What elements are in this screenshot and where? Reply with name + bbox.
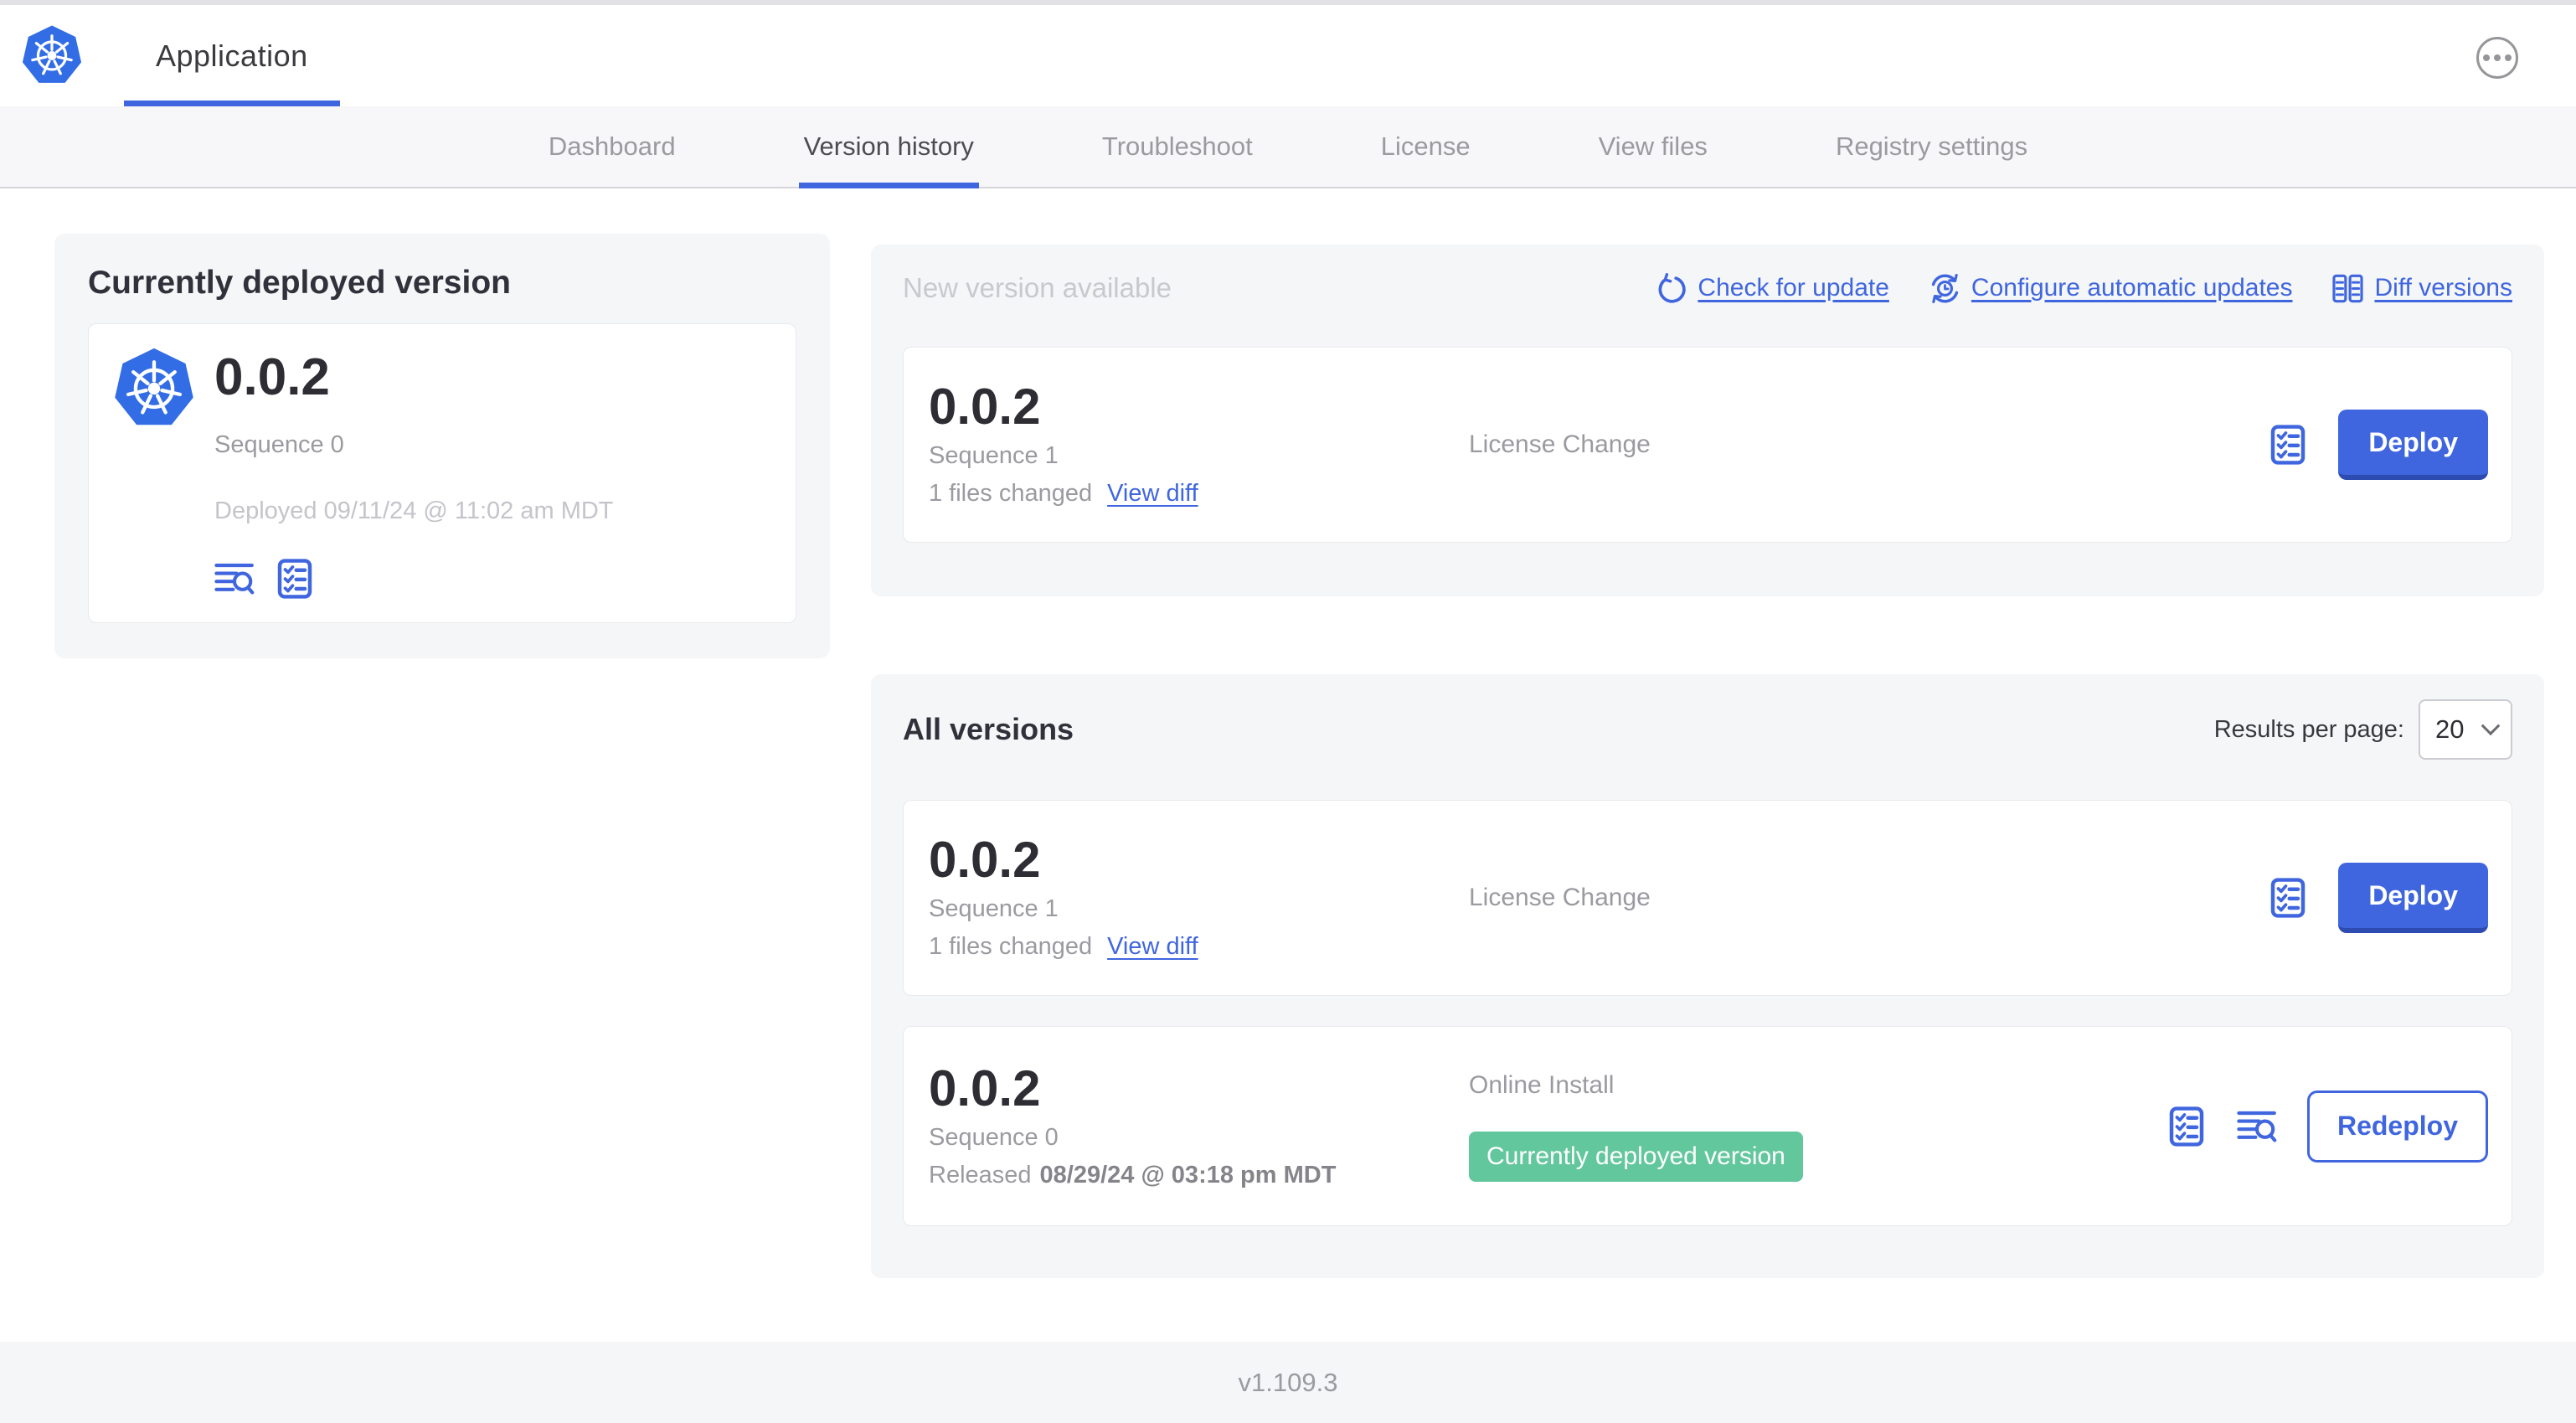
deployed-sequence: Sequence 0 — [214, 431, 344, 459]
version-info: 0.0.2 Sequence 1 1 files changed View di… — [929, 835, 1469, 961]
logs-icon[interactable] — [2237, 1106, 2277, 1147]
checklist-icon[interactable] — [2166, 1106, 2207, 1147]
version-source-block: Online Install Currently deployed versio… — [1469, 1071, 2166, 1182]
console-version: v1.109.3 — [1238, 1367, 1338, 1397]
checklist-icon[interactable] — [2268, 878, 2308, 918]
deployed-version-number: 0.0.2 — [214, 348, 330, 406]
version-sequence: Sequence 1 — [929, 895, 1059, 922]
checklist-icon[interactable] — [2268, 425, 2308, 465]
version-actions-links: Check for update Configure automatic upd… — [1656, 272, 2512, 304]
results-per-page-select[interactable]: 20 — [2419, 699, 2512, 760]
tab-troubleshoot[interactable]: Troubleshoot — [1099, 106, 1256, 187]
kubernetes-logo — [114, 347, 194, 431]
view-diff-link[interactable]: View diff — [1107, 933, 1198, 961]
tab-registry-settings[interactable]: Registry settings — [1832, 106, 2031, 187]
released-prefix: Released — [929, 1161, 1032, 1188]
diff-icon — [2332, 273, 2364, 304]
tab-version-history[interactable]: Version history — [798, 106, 979, 188]
app-tab-underline — [124, 101, 340, 106]
configure-automatic-updates-link[interactable]: Configure automatic updates — [1929, 273, 2292, 304]
deploy-button[interactable]: Deploy — [2338, 410, 2488, 480]
all-versions-header: All versions Results per page: 20 — [903, 699, 2512, 760]
released-date: 08/29/24 @ 03:18 pm MDT — [1039, 1161, 1337, 1188]
version-source: License Change — [1469, 431, 1651, 458]
currently-deployed-title: Currently deployed version — [88, 265, 511, 301]
version-source: Online Install — [1469, 1070, 1615, 1099]
logs-icon[interactable] — [214, 559, 255, 599]
active-tab-underline — [798, 183, 979, 188]
all-versions-title: All versions — [903, 712, 1074, 746]
version-actions: Deploy — [2268, 410, 2488, 480]
currently-deployed-card: 0.0.2 Sequence 0 Deployed 09/11/24 @ 11:… — [88, 323, 796, 624]
diff-versions-link[interactable]: Diff versions — [2332, 273, 2512, 304]
tab-dashboard[interactable]: Dashboard — [545, 106, 679, 187]
version-number: 0.0.2 — [929, 1060, 1041, 1116]
version-sequence: Sequence 0 — [929, 1123, 1059, 1151]
tab-license[interactable]: License — [1378, 106, 1474, 187]
currently-deployed-panel: Currently deployed version 0.0.2 Sequenc… — [54, 234, 830, 659]
version-sequence: Sequence 1 — [929, 442, 1059, 469]
version-card: 0.0.2 Sequence 1 1 files changed View di… — [903, 800, 2512, 996]
new-version-card: 0.0.2 Sequence 1 1 files changed View di… — [903, 347, 2512, 543]
nav-tabbar: Dashboard Version history Troubleshoot L… — [0, 106, 2576, 188]
main-content: Currently deployed version 0.0.2 Sequenc… — [0, 188, 2576, 1278]
kubernetes-logo — [22, 24, 82, 88]
results-per-page-label: Results per page: — [2213, 715, 2404, 743]
app-title: Application — [156, 38, 308, 73]
refresh-icon — [1656, 272, 1687, 304]
all-versions-panel: All versions Results per page: 20 0.0.2 … — [871, 674, 2544, 1278]
version-card: 0.0.2 Sequence 0 Released 08/29/24 @ 03:… — [903, 1026, 2512, 1226]
files-changed-row: 1 files changed View diff — [929, 480, 1469, 508]
app-tab[interactable]: Application — [124, 5, 340, 106]
version-number: 0.0.2 — [929, 832, 1041, 888]
check-for-update-link[interactable]: Check for update — [1656, 272, 1889, 304]
right-column: New version available Check for update C… — [871, 245, 2544, 1278]
deployed-version-info: 0.0.2 Sequence 0 Deployed 09/11/24 @ 11:… — [214, 347, 614, 599]
tab-view-files[interactable]: View files — [1595, 106, 1711, 187]
ellipsis-icon[interactable] — [2476, 37, 2518, 79]
deploy-button[interactable]: Deploy — [2338, 863, 2488, 933]
app-header: Application — [0, 5, 2576, 106]
version-source: License Change — [1469, 884, 1651, 911]
version-info: 0.0.2 Sequence 0 Released 08/29/24 @ 03:… — [929, 1060, 1469, 1189]
app-footer: v1.109.3 — [0, 1342, 2576, 1423]
chevron-down-icon — [2481, 716, 2501, 736]
version-actions: Deploy — [2268, 863, 2488, 933]
schedule-update-icon — [1929, 273, 1960, 304]
released-row: Released 08/29/24 @ 03:18 pm MDT — [929, 1162, 1469, 1189]
checklist-icon[interactable] — [275, 559, 315, 599]
view-diff-link[interactable]: View diff — [1107, 480, 1198, 508]
version-actions: Redeploy — [2166, 1090, 2488, 1163]
results-per-page-value: 20 — [2435, 714, 2465, 744]
new-version-panel: New version available Check for update C… — [871, 245, 2544, 596]
redeploy-button[interactable]: Redeploy — [2306, 1090, 2488, 1163]
files-changed-row: 1 files changed View diff — [929, 933, 1469, 961]
deployed-actions — [214, 559, 614, 599]
currently-deployed-badge: Currently deployed version — [1469, 1131, 1803, 1182]
files-changed: 1 files changed — [929, 933, 1093, 960]
version-info: 0.0.2 Sequence 1 1 files changed View di… — [929, 382, 1469, 508]
version-number: 0.0.2 — [929, 379, 1041, 435]
new-version-title: New version available — [903, 272, 1172, 303]
files-changed: 1 files changed — [929, 480, 1093, 507]
new-version-header: New version available Check for update C… — [903, 270, 2512, 307]
results-per-page: Results per page: 20 — [2214, 699, 2512, 760]
deployed-timestamp: Deployed 09/11/24 @ 11:02 am MDT — [214, 498, 614, 525]
